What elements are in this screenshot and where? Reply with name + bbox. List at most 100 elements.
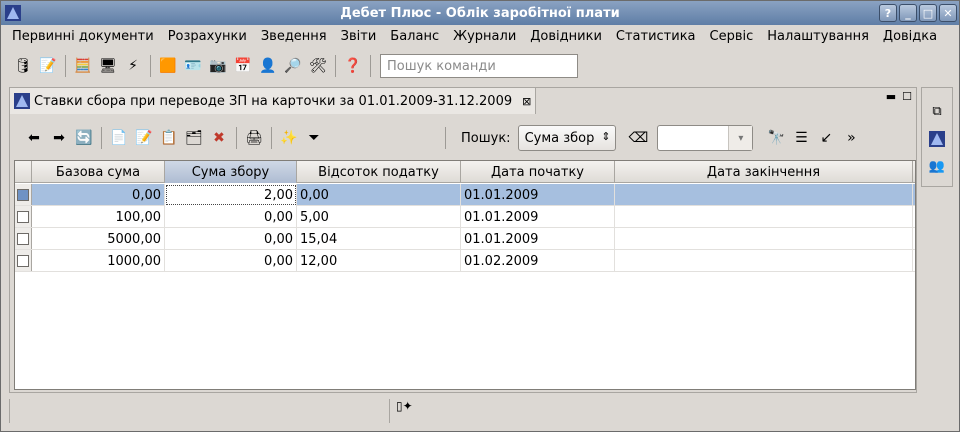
list-icon[interactable]: ☰ bbox=[789, 126, 813, 150]
end-date-cell[interactable] bbox=[615, 250, 913, 272]
toolbar-separator bbox=[445, 127, 446, 149]
menu-help[interactable]: Довідка bbox=[876, 29, 944, 44]
delete-record-icon[interactable]: ✖ bbox=[207, 126, 231, 150]
table-row[interactable]: 100,00 0,00 5,00 01.01.2009 bbox=[15, 206, 915, 228]
table-row[interactable]: 5000,00 0,00 15,04 01.01.2009 bbox=[15, 228, 915, 250]
start-date-cell[interactable]: 01.01.2009 bbox=[461, 184, 615, 206]
column-header[interactable]: Дата закінчення bbox=[615, 161, 913, 183]
lightning-icon[interactable]: ⚡ bbox=[121, 54, 145, 78]
end-date-cell[interactable] bbox=[615, 228, 913, 250]
edit-record-icon[interactable]: 📝 bbox=[132, 126, 156, 150]
more-icon[interactable]: » bbox=[839, 126, 863, 150]
fee-sum-cell[interactable]: 0,00 bbox=[165, 250, 297, 272]
maximize-button[interactable]: □ bbox=[919, 4, 937, 22]
start-date-cell[interactable]: 01.01.2009 bbox=[461, 206, 615, 228]
calculator-icon[interactable]: 🧮 bbox=[71, 54, 95, 78]
search-label: Пошук: bbox=[461, 130, 511, 146]
grid-toolbar: ⬅ ➡ 🔄 📄 📝 📋 🗂 ✖ 🖨 ✨ ⏷ Пошук: Сума збор ⇕… bbox=[14, 122, 912, 154]
menu-calculations[interactable]: Розрахунки bbox=[161, 29, 254, 44]
printer-icon[interactable]: 🖨 bbox=[242, 126, 266, 150]
status-section bbox=[9, 399, 389, 423]
fee-sum-cell[interactable]: 0,00 bbox=[165, 206, 297, 228]
end-date-cell[interactable] bbox=[615, 206, 913, 228]
person-card-icon[interactable]: 🪪 bbox=[181, 54, 205, 78]
table-row[interactable]: 0,00 2,00 0,00 01.01.2009 bbox=[15, 184, 915, 206]
toolbar-separator bbox=[370, 55, 371, 77]
menu-service[interactable]: Сервіс bbox=[703, 29, 761, 44]
menu-reports[interactable]: Звіти bbox=[334, 29, 384, 44]
arrow-right-icon[interactable]: ➡ bbox=[47, 126, 71, 150]
orange-square-icon[interactable]: 🟧 bbox=[156, 54, 180, 78]
fee-sum-cell[interactable]: 0,00 bbox=[165, 228, 297, 250]
minimize-button[interactable]: _ bbox=[899, 4, 917, 22]
row-checkbox[interactable] bbox=[17, 210, 29, 223]
monitor-icon[interactable]: 🖥 bbox=[96, 54, 120, 78]
start-date-cell[interactable]: 01.01.2009 bbox=[461, 228, 615, 250]
tab-rates[interactable]: Ставки сбора при переводе ЗП на карточки… bbox=[10, 88, 536, 114]
users-icon[interactable]: 👥 bbox=[929, 159, 945, 174]
status-section: ▯✦ bbox=[389, 399, 419, 423]
tab-close-icon[interactable]: ⊠ bbox=[522, 95, 531, 108]
column-header[interactable]: Сума збору bbox=[165, 161, 297, 183]
new-document-icon[interactable]: 📝 bbox=[36, 54, 60, 78]
arrow-left-icon[interactable]: ⬅ bbox=[22, 126, 46, 150]
title-bar: Дебет Плюс - Облік заробітної плати ? _ … bbox=[1, 1, 959, 25]
row-checkbox[interactable] bbox=[17, 254, 29, 267]
tax-percent-cell[interactable]: 5,00 bbox=[297, 206, 461, 228]
help-window-button[interactable]: ? bbox=[879, 4, 897, 22]
tax-percent-cell[interactable]: 12,00 bbox=[297, 250, 461, 272]
search-value-combo[interactable]: ▾ bbox=[657, 125, 754, 151]
end-date-cell[interactable] bbox=[615, 184, 913, 206]
row-selector-header bbox=[15, 161, 32, 183]
command-search-input[interactable] bbox=[380, 54, 578, 78]
close-button[interactable]: ✕ bbox=[939, 4, 957, 22]
open-record-icon[interactable]: 🗂 bbox=[182, 126, 206, 150]
undo-arrow-icon[interactable]: ↙ bbox=[814, 126, 838, 150]
restore-view-icon[interactable]: ⧉ bbox=[932, 104, 941, 119]
eraser-icon[interactable]: ⌫ bbox=[629, 130, 649, 146]
tax-percent-cell[interactable]: 0,00 bbox=[297, 184, 461, 206]
document-icon[interactable] bbox=[929, 131, 945, 147]
column-header[interactable]: Відсоток податку bbox=[297, 161, 461, 183]
calendar-icon[interactable]: 📅 bbox=[231, 54, 255, 78]
base-sum-cell[interactable]: 5000,00 bbox=[32, 228, 165, 250]
menu-journals[interactable]: Журнали bbox=[446, 29, 523, 44]
search-field-select[interactable]: Сума збор ⇕ bbox=[517, 125, 616, 151]
start-date-cell[interactable]: 01.02.2009 bbox=[461, 250, 615, 272]
new-record-icon[interactable]: 📄 bbox=[107, 126, 131, 150]
menu-statistics[interactable]: Статистика bbox=[609, 29, 703, 44]
camera-icon[interactable]: 📷 bbox=[206, 54, 230, 78]
row-checkbox[interactable] bbox=[17, 232, 29, 245]
menu-primary-documents[interactable]: Первинні документи bbox=[5, 29, 161, 44]
menu-directories[interactable]: Довідники bbox=[523, 29, 609, 44]
column-header[interactable]: Дата початку bbox=[461, 161, 615, 183]
binoculars-icon[interactable]: 🔭 bbox=[764, 126, 788, 150]
magic-wand-icon[interactable]: ✨ bbox=[277, 126, 301, 150]
help-icon[interactable]: ❓ bbox=[341, 54, 365, 78]
menu-summaries[interactable]: Зведення bbox=[254, 29, 334, 44]
magnifier-icon[interactable]: 🔎 bbox=[281, 54, 305, 78]
copy-record-icon[interactable]: 📋 bbox=[157, 126, 181, 150]
menu-settings[interactable]: Налаштування bbox=[760, 29, 876, 44]
new-item-icon[interactable]: ▯✦ bbox=[396, 399, 413, 413]
table-row[interactable]: 1000,00 0,00 12,00 01.02.2009 bbox=[15, 250, 915, 272]
user-add-icon[interactable]: 👤 bbox=[256, 54, 280, 78]
database-icon[interactable]: 🛢 bbox=[11, 54, 35, 78]
base-sum-cell[interactable]: 0,00 bbox=[32, 184, 165, 206]
toolbar-separator bbox=[101, 127, 102, 149]
menu-balance[interactable]: Баланс bbox=[383, 29, 446, 44]
view-minimize-icon[interactable]: ▬ bbox=[886, 90, 896, 103]
base-sum-cell[interactable]: 100,00 bbox=[32, 206, 165, 228]
tools-icon[interactable]: 🛠 bbox=[306, 54, 330, 78]
row-checkbox[interactable] bbox=[17, 188, 29, 201]
main-toolbar: 🛢 📝 🧮 🖥 ⚡ 🟧 🪪 📷 📅 👤 🔎 🛠 ❓ bbox=[1, 49, 959, 83]
column-header[interactable]: Базова сума bbox=[32, 161, 165, 183]
fee-sum-cell[interactable]: 2,00 bbox=[165, 184, 297, 206]
chevron-down-icon[interactable]: ▾ bbox=[728, 126, 753, 150]
rates-table: Базова сума Сума збору Відсоток податку … bbox=[14, 160, 916, 390]
view-maximize-icon[interactable]: ☐ bbox=[902, 90, 912, 103]
filter-icon[interactable]: ⏷ bbox=[302, 126, 326, 150]
tax-percent-cell[interactable]: 15,04 bbox=[297, 228, 461, 250]
refresh-icon[interactable]: 🔄 bbox=[72, 126, 96, 150]
base-sum-cell[interactable]: 1000,00 bbox=[32, 250, 165, 272]
